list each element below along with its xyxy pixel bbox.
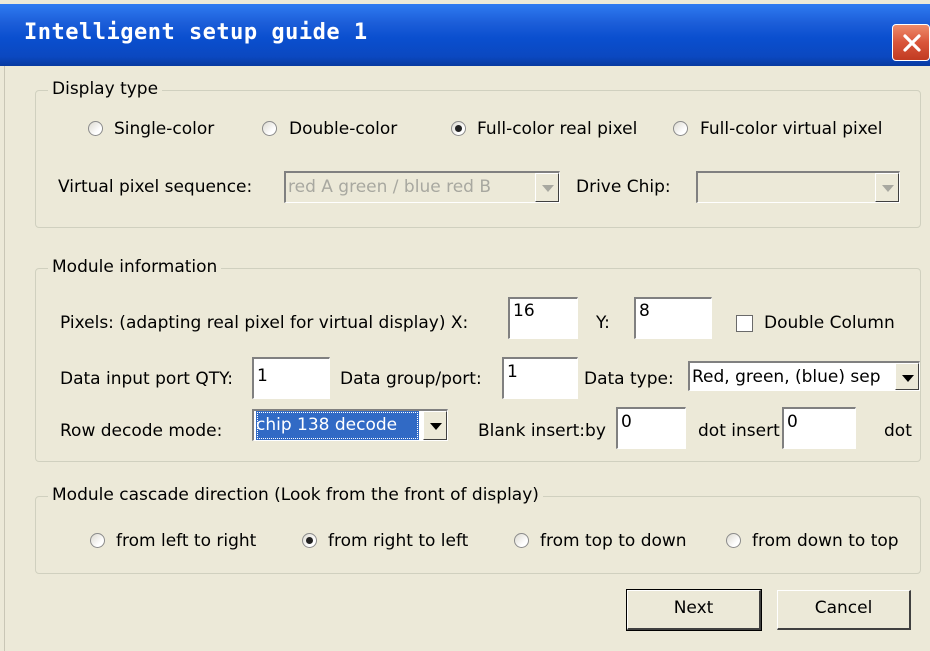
pixels-label: Pixels: (adapting real pixel for virtual…	[60, 313, 469, 333]
radio-right-to-left[interactable]	[302, 533, 317, 548]
radio-left-to-right-label[interactable]: from left to right	[116, 531, 256, 551]
dot-insert-input[interactable]: 0	[782, 407, 856, 449]
radio-down-to-top-label[interactable]: from down to top	[752, 531, 899, 551]
module-info-legend: Module information	[48, 257, 222, 277]
pixels-y-input[interactable]: 8	[634, 297, 712, 339]
dot-unit-label: dot	[884, 421, 912, 441]
dot-insert-label: dot insert	[698, 421, 780, 441]
cascade-group: Module cascade direction (Look from the …	[35, 485, 921, 574]
pixels-y-label: Y:	[596, 313, 610, 333]
radio-full-color-real-label[interactable]: Full-color real pixel	[477, 119, 637, 139]
module-info-group: Module information Pixels: (adapting rea…	[35, 257, 921, 462]
radio-left-to-right[interactable]	[90, 533, 105, 548]
virtual-sequence-select[interactable]: red A green / blue red B	[284, 171, 560, 203]
chevron-down-icon[interactable]	[875, 173, 899, 202]
radio-down-to-top[interactable]	[726, 533, 741, 548]
row-decode-value: chip 138 decode	[256, 411, 419, 440]
double-column-checkbox[interactable]	[736, 315, 753, 332]
radio-right-to-left-label[interactable]: from right to left	[328, 531, 468, 551]
radio-single-color-label[interactable]: Single-color	[114, 119, 214, 139]
close-icon	[903, 34, 921, 52]
drive-chip-label: Drive Chip:	[576, 177, 671, 197]
setup-dialog: Intelligent setup guide 1 Display type S…	[0, 0, 930, 651]
chevron-down-icon[interactable]	[423, 411, 447, 440]
close-button[interactable]	[892, 24, 930, 61]
display-type-legend: Display type	[48, 79, 163, 99]
row-decode-select[interactable]: chip 138 decode	[252, 409, 448, 441]
port-qty-input[interactable]: 1	[252, 357, 330, 399]
radio-full-color-virtual[interactable]	[673, 121, 688, 136]
virtual-sequence-value: red A green / blue red B	[288, 177, 492, 197]
group-port-label: Data group/port:	[340, 369, 482, 389]
window-title: Intelligent setup guide 1	[24, 20, 368, 45]
radio-full-color-virtual-label[interactable]: Full-color virtual pixel	[700, 119, 882, 139]
cascade-legend: Module cascade direction (Look from the …	[48, 485, 543, 505]
radio-single-color[interactable]	[88, 121, 103, 136]
display-type-group: Display type Single-color Double-color F…	[35, 79, 921, 228]
next-button[interactable]: Next	[626, 589, 762, 631]
row-decode-label: Row decode mode:	[60, 421, 223, 441]
radio-double-color[interactable]	[262, 121, 277, 136]
drive-chip-value	[700, 173, 873, 202]
double-column-label[interactable]: Double Column	[764, 313, 895, 333]
dialog-body: Display type Single-color Double-color F…	[4, 66, 927, 651]
radio-top-to-down-label[interactable]: from top to down	[540, 531, 687, 551]
chevron-down-icon[interactable]	[535, 173, 559, 202]
group-port-input[interactable]: 1	[502, 357, 578, 399]
blank-insert-label: Blank insert:by	[478, 421, 606, 441]
radio-top-to-down[interactable]	[514, 533, 529, 548]
data-type-label: Data type:	[584, 369, 674, 389]
cancel-button[interactable]: Cancel	[777, 590, 911, 630]
pixels-x-input[interactable]: 16	[508, 297, 578, 339]
data-type-value: Red, green, (blue) sep	[692, 367, 881, 387]
port-qty-label: Data input port QTY:	[60, 369, 233, 389]
radio-full-color-real[interactable]	[451, 121, 466, 136]
drive-chip-select[interactable]	[696, 171, 900, 203]
chevron-down-icon[interactable]	[895, 363, 919, 390]
radio-double-color-label[interactable]: Double-color	[289, 119, 397, 139]
blank-insert-input[interactable]: 0	[616, 407, 686, 449]
data-type-select[interactable]: Red, green, (blue) sep	[688, 361, 920, 391]
title-bar[interactable]: Intelligent setup guide 1	[0, 4, 930, 66]
virtual-sequence-label: Virtual pixel sequence:	[58, 177, 253, 197]
